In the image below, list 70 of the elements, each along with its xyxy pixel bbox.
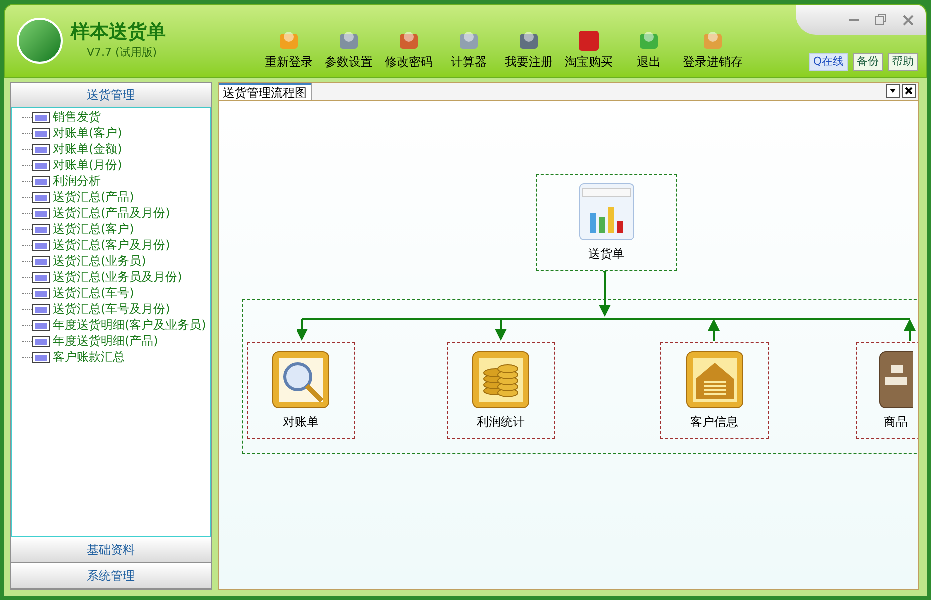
minimize-icon[interactable] xyxy=(849,18,859,22)
sidebar-section-header[interactable]: 系统管理 xyxy=(11,564,211,589)
tree-item[interactable]: 送货汇总(客户) xyxy=(53,220,134,238)
toolbar-button[interactable]: 重新登录 xyxy=(261,29,317,71)
blocks-icon xyxy=(879,350,913,408)
sidebar-section-header[interactable]: 送货管理 xyxy=(11,83,211,108)
diagram-node[interactable]: 对账单 xyxy=(247,342,355,439)
folder-icon xyxy=(32,271,50,283)
app-title: 样本送货单 xyxy=(71,20,167,45)
tree-item[interactable]: 对账单(金额) xyxy=(53,140,122,158)
toolbar-button[interactable]: 参数设置 xyxy=(321,29,377,71)
folder-icon xyxy=(32,303,50,315)
header-link[interactable]: 备份 xyxy=(853,52,883,71)
maximize-icon[interactable] xyxy=(875,14,887,26)
header-link[interactable]: Q在线 xyxy=(809,52,848,71)
logo-icon xyxy=(17,18,63,64)
tree-item[interactable]: 利润分析 xyxy=(53,172,101,190)
toolbar-button[interactable]: 修改密码 xyxy=(381,29,437,71)
folder-icon xyxy=(32,191,50,203)
tree-item[interactable]: 对账单(客户) xyxy=(53,124,122,142)
toolbar-button[interactable]: 退出 xyxy=(621,29,677,71)
node-label: 商品 xyxy=(884,414,908,430)
node-label: 送货单 xyxy=(588,246,624,262)
folder-icon xyxy=(32,175,50,187)
tree-item[interactable]: 送货汇总(车号及月份) xyxy=(53,300,170,318)
top-node[interactable]: 送货单 xyxy=(536,174,677,271)
diagram-node[interactable]: 利润统计 xyxy=(447,342,555,439)
diagram-node[interactable]: 客户信息 xyxy=(660,342,769,439)
tree-item[interactable]: 送货汇总(业务员及月份) xyxy=(53,268,182,286)
folder-icon xyxy=(32,255,50,267)
toolbar-button[interactable]: 我要注册 xyxy=(501,29,557,71)
tree-item[interactable]: 送货汇总(产品及月份) xyxy=(53,204,170,222)
node-label: 利润统计 xyxy=(477,414,525,430)
close-icon[interactable] xyxy=(902,84,916,98)
folder-icon xyxy=(32,239,50,251)
tab[interactable]: 送货管理流程图 xyxy=(219,83,312,100)
bar-chart-icon xyxy=(578,182,634,240)
tree-item[interactable]: 送货汇总(产品) xyxy=(53,188,134,206)
folder-icon xyxy=(32,143,50,155)
folder-icon xyxy=(32,159,50,171)
tree-item[interactable]: 年度送货明细(产品) xyxy=(53,332,158,350)
toolbar-button[interactable]: 淘宝购买 xyxy=(561,29,617,71)
version-label: V7.7 (试用版) xyxy=(87,44,158,61)
tree-item[interactable]: 对账单(月份) xyxy=(53,156,122,174)
garage-icon xyxy=(686,350,744,408)
sidebar-section-header[interactable]: 基础资料 xyxy=(11,538,211,563)
coins-icon xyxy=(472,350,530,408)
folder-icon xyxy=(32,287,50,299)
tree-item[interactable]: 送货汇总(车号) xyxy=(53,284,134,302)
tree-item[interactable]: 年度送货明细(客户及业务员) xyxy=(53,316,206,334)
folder-icon xyxy=(32,223,50,235)
header-link[interactable]: 帮助 xyxy=(888,52,918,71)
node-label: 对账单 xyxy=(283,414,319,430)
node-label: 客户信息 xyxy=(690,414,738,430)
toolbar-button[interactable]: 计算器 xyxy=(441,29,497,71)
diagram-node[interactable]: 商品 xyxy=(856,342,918,439)
folder-icon xyxy=(32,351,50,363)
tree-item[interactable]: 送货汇总(业务员) xyxy=(53,252,146,270)
tree-item[interactable]: 客户账款汇总 xyxy=(53,348,125,366)
folder-icon xyxy=(32,111,50,123)
folder-icon xyxy=(32,127,50,139)
toolbar-icon xyxy=(577,29,601,53)
toolbar-button[interactable]: 登录进销存 xyxy=(681,29,745,71)
folder-icon xyxy=(32,319,50,331)
folder-icon xyxy=(32,207,50,219)
magnifier-icon xyxy=(272,350,330,408)
tree-item[interactable]: 送货汇总(客户及月份) xyxy=(53,236,170,254)
folder-icon xyxy=(32,335,50,347)
dropdown-icon[interactable] xyxy=(886,84,900,98)
tree-item[interactable]: 销售发货 xyxy=(53,108,101,126)
